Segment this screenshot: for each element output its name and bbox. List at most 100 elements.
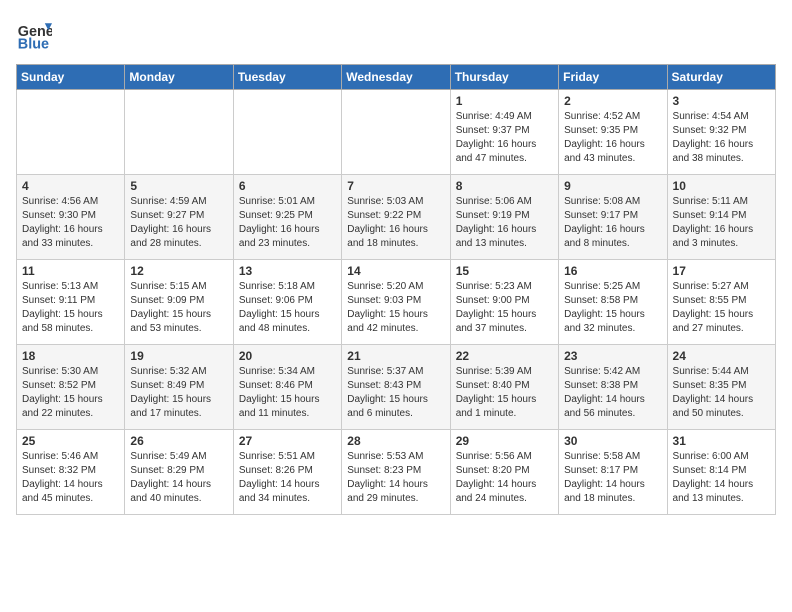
day-info: Sunrise: 5:37 AM Sunset: 8:43 PM Dayligh… [347, 365, 444, 421]
day-info: Sunrise: 5:34 AM Sunset: 8:46 PM Dayligh… [239, 365, 336, 421]
day-info: Sunrise: 4:52 AM Sunset: 9:35 PM Dayligh… [564, 110, 661, 166]
calendar-cell: 4 Sunrise: 4:56 AM Sunset: 9:30 PM Daylig… [17, 175, 125, 260]
day-number: 3 [673, 94, 770, 108]
day-number: 24 [673, 349, 770, 363]
weekday-header-sunday: Sunday [17, 65, 125, 90]
day-number: 25 [22, 434, 119, 448]
calendar-cell: 13 Sunrise: 5:18 AM Sunset: 9:06 PM Dayli… [233, 260, 341, 345]
day-info: Sunrise: 4:54 AM Sunset: 9:32 PM Dayligh… [673, 110, 770, 166]
calendar-cell: 28 Sunrise: 5:53 AM Sunset: 8:23 PM Dayli… [342, 430, 450, 515]
calendar-cell: 27Sunrise: 5:51 AM Sunset: 8:26 PM Dayli… [233, 430, 341, 515]
calendar-table: SundayMondayTuesdayWednesdayThursdayFrid… [16, 64, 776, 515]
calendar-week-2: 4 Sunrise: 4:56 AM Sunset: 9:30 PM Daylig… [17, 175, 776, 260]
day-number: 4 [22, 179, 119, 193]
calendar-week-4: 18 Sunrise: 5:30 AM Sunset: 8:52 PM Dayli… [17, 345, 776, 430]
day-number: 15 [456, 264, 553, 278]
calendar-cell: 1 Sunrise: 4:49 AM Sunset: 9:37 PM Daylig… [450, 90, 558, 175]
day-number: 21 [347, 349, 444, 363]
calendar-cell: 2 Sunrise: 4:52 AM Sunset: 9:35 PM Daylig… [559, 90, 667, 175]
day-info: Sunrise: 5:30 AM Sunset: 8:52 PM Dayligh… [22, 365, 119, 421]
day-number: 2 [564, 94, 661, 108]
day-info: Sunrise: 5:27 AM Sunset: 8:55 PM Dayligh… [673, 280, 770, 336]
calendar-cell: 31 Sunrise: 6:00 AM Sunset: 8:14 PM Dayli… [667, 430, 775, 515]
calendar-cell [342, 90, 450, 175]
day-number: 18 [22, 349, 119, 363]
calendar-cell [233, 90, 341, 175]
calendar-week-1: 1 Sunrise: 4:49 AM Sunset: 9:37 PM Daylig… [17, 90, 776, 175]
logo-icon: General Blue [16, 16, 52, 52]
weekday-header-tuesday: Tuesday [233, 65, 341, 90]
day-info: Sunrise: 4:59 AM Sunset: 9:27 PM Dayligh… [130, 195, 227, 251]
calendar-cell: 17 Sunrise: 5:27 AM Sunset: 8:55 PM Dayli… [667, 260, 775, 345]
day-info: Sunrise: 5:13 AM Sunset: 9:11 PM Dayligh… [22, 280, 119, 336]
day-info: Sunrise: 5:56 AM Sunset: 8:20 PM Dayligh… [456, 450, 553, 506]
day-number: 20 [239, 349, 336, 363]
day-number: 19 [130, 349, 227, 363]
weekday-header-thursday: Thursday [450, 65, 558, 90]
calendar-cell: 6Sunrise: 5:01 AM Sunset: 9:25 PM Daylig… [233, 175, 341, 260]
calendar-week-3: 11Sunrise: 5:13 AM Sunset: 9:11 PM Dayli… [17, 260, 776, 345]
svg-text:Blue: Blue [18, 36, 49, 52]
day-info: Sunrise: 5:32 AM Sunset: 8:49 PM Dayligh… [130, 365, 227, 421]
day-info: Sunrise: 5:18 AM Sunset: 9:06 PM Dayligh… [239, 280, 336, 336]
day-number: 10 [673, 179, 770, 193]
weekday-header-saturday: Saturday [667, 65, 775, 90]
day-info: Sunrise: 5:01 AM Sunset: 9:25 PM Dayligh… [239, 195, 336, 251]
weekday-header-friday: Friday [559, 65, 667, 90]
day-info: Sunrise: 6:00 AM Sunset: 8:14 PM Dayligh… [673, 450, 770, 506]
day-number: 7 [347, 179, 444, 193]
calendar-cell: 16 Sunrise: 5:25 AM Sunset: 8:58 PM Dayli… [559, 260, 667, 345]
day-number: 8 [456, 179, 553, 193]
calendar-cell: 11Sunrise: 5:13 AM Sunset: 9:11 PM Dayli… [17, 260, 125, 345]
calendar-cell: 12Sunrise: 5:15 AM Sunset: 9:09 PM Dayli… [125, 260, 233, 345]
day-info: Sunrise: 5:51 AM Sunset: 8:26 PM Dayligh… [239, 450, 336, 506]
day-number: 28 [347, 434, 444, 448]
day-info: Sunrise: 5:46 AM Sunset: 8:32 PM Dayligh… [22, 450, 119, 506]
calendar-cell: 21 Sunrise: 5:37 AM Sunset: 8:43 PM Dayli… [342, 345, 450, 430]
day-number: 13 [239, 264, 336, 278]
calendar-cell [17, 90, 125, 175]
calendar-cell: 7Sunrise: 5:03 AM Sunset: 9:22 PM Daylig… [342, 175, 450, 260]
day-info: Sunrise: 5:49 AM Sunset: 8:29 PM Dayligh… [130, 450, 227, 506]
weekday-header-monday: Monday [125, 65, 233, 90]
day-info: Sunrise: 5:39 AM Sunset: 8:40 PM Dayligh… [456, 365, 553, 421]
day-info: Sunrise: 5:11 AM Sunset: 9:14 PM Dayligh… [673, 195, 770, 251]
day-info: Sunrise: 4:56 AM Sunset: 9:30 PM Dayligh… [22, 195, 119, 251]
calendar-cell: 23Sunrise: 5:42 AM Sunset: 8:38 PM Dayli… [559, 345, 667, 430]
calendar-cell: 30 Sunrise: 5:58 AM Sunset: 8:17 PM Dayli… [559, 430, 667, 515]
day-info: Sunrise: 5:25 AM Sunset: 8:58 PM Dayligh… [564, 280, 661, 336]
day-info: Sunrise: 5:06 AM Sunset: 9:19 PM Dayligh… [456, 195, 553, 251]
day-number: 31 [673, 434, 770, 448]
day-info: Sunrise: 5:53 AM Sunset: 8:23 PM Dayligh… [347, 450, 444, 506]
calendar-week-5: 25 Sunrise: 5:46 AM Sunset: 8:32 PM Dayli… [17, 430, 776, 515]
weekday-header-row: SundayMondayTuesdayWednesdayThursdayFrid… [17, 65, 776, 90]
calendar-cell: 26 Sunrise: 5:49 AM Sunset: 8:29 PM Dayli… [125, 430, 233, 515]
logo: General Blue [16, 16, 52, 52]
calendar-cell: 8 Sunrise: 5:06 AM Sunset: 9:19 PM Daylig… [450, 175, 558, 260]
calendar-cell: 25 Sunrise: 5:46 AM Sunset: 8:32 PM Dayli… [17, 430, 125, 515]
day-number: 17 [673, 264, 770, 278]
calendar-cell: 24 Sunrise: 5:44 AM Sunset: 8:35 PM Dayli… [667, 345, 775, 430]
day-info: Sunrise: 5:15 AM Sunset: 9:09 PM Dayligh… [130, 280, 227, 336]
day-info: Sunrise: 4:49 AM Sunset: 9:37 PM Dayligh… [456, 110, 553, 166]
day-number: 1 [456, 94, 553, 108]
page-header: General Blue [16, 16, 776, 52]
calendar-cell [125, 90, 233, 175]
day-info: Sunrise: 5:58 AM Sunset: 8:17 PM Dayligh… [564, 450, 661, 506]
calendar-cell: 18 Sunrise: 5:30 AM Sunset: 8:52 PM Dayli… [17, 345, 125, 430]
day-number: 16 [564, 264, 661, 278]
day-number: 26 [130, 434, 227, 448]
calendar-cell: 3 Sunrise: 4:54 AM Sunset: 9:32 PM Daylig… [667, 90, 775, 175]
day-number: 29 [456, 434, 553, 448]
calendar-cell: 9Sunrise: 5:08 AM Sunset: 9:17 PM Daylig… [559, 175, 667, 260]
day-info: Sunrise: 5:20 AM Sunset: 9:03 PM Dayligh… [347, 280, 444, 336]
calendar-cell: 15Sunrise: 5:23 AM Sunset: 9:00 PM Dayli… [450, 260, 558, 345]
calendar-cell: 14 Sunrise: 5:20 AM Sunset: 9:03 PM Dayli… [342, 260, 450, 345]
day-number: 23 [564, 349, 661, 363]
calendar-cell: 19 Sunrise: 5:32 AM Sunset: 8:49 PM Dayli… [125, 345, 233, 430]
day-info: Sunrise: 5:08 AM Sunset: 9:17 PM Dayligh… [564, 195, 661, 251]
day-number: 30 [564, 434, 661, 448]
day-number: 14 [347, 264, 444, 278]
day-info: Sunrise: 5:44 AM Sunset: 8:35 PM Dayligh… [673, 365, 770, 421]
calendar-cell: 20 Sunrise: 5:34 AM Sunset: 8:46 PM Dayli… [233, 345, 341, 430]
